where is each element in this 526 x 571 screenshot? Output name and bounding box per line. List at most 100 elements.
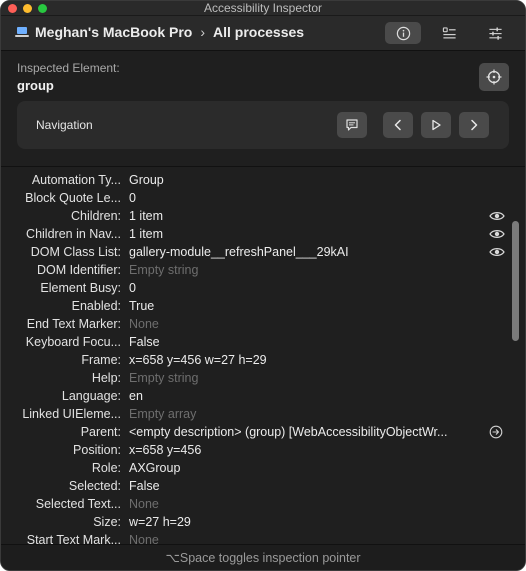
property-row[interactable]: Help: Empty string	[1, 369, 509, 387]
properties-scrollbar[interactable]	[512, 173, 519, 543]
property-row[interactable]: Size: w=27 h=29	[1, 513, 509, 531]
arrow-circle-icon[interactable]	[489, 425, 503, 439]
inspection-pointer-button[interactable]	[479, 63, 509, 91]
target-chooser[interactable]: Meghan's MacBook Pro › All processes	[15, 24, 304, 40]
property-row[interactable]: End Text Marker: None	[1, 315, 509, 333]
property-value: False	[129, 335, 160, 349]
inspected-element-section: Inspected Element: group Navigation	[1, 51, 525, 171]
property-key: Parent:	[80, 425, 121, 439]
speak-button[interactable]	[337, 112, 367, 138]
property-value: w=27 h=29	[129, 515, 191, 529]
property-row[interactable]: Element Busy: 0	[1, 279, 509, 297]
property-value: 0	[129, 281, 136, 295]
property-key: Start Text Mark...	[26, 533, 121, 545]
property-key: Selected:	[68, 479, 121, 493]
toolbar: Meghan's MacBook Pro › All processes	[1, 16, 525, 51]
section-divider	[1, 166, 525, 167]
eye-icon[interactable]	[489, 227, 505, 241]
property-row[interactable]: Language: en	[1, 387, 509, 405]
play-icon	[432, 119, 441, 131]
property-key: Position:	[73, 443, 121, 457]
property-key: Frame:	[81, 353, 121, 367]
property-row[interactable]: DOM Identifier: Empty string	[1, 261, 509, 279]
property-value: 0	[129, 191, 136, 205]
property-row[interactable]: Selected Text... None	[1, 495, 509, 513]
eye-icon[interactable]	[489, 245, 505, 259]
next-element-button[interactable]	[459, 112, 489, 138]
zoom-window-button[interactable]	[38, 4, 47, 13]
info-button[interactable]	[385, 22, 421, 44]
laptop-icon	[15, 27, 29, 37]
property-row[interactable]: Linked UIEleme... Empty array	[1, 405, 509, 423]
property-key: Language:	[61, 389, 121, 403]
property-key: End Text Marker:	[26, 317, 121, 331]
property-value: False	[129, 479, 160, 493]
property-row[interactable]: Position: x=658 y=456	[1, 441, 509, 459]
settings-button[interactable]	[477, 22, 513, 44]
property-row[interactable]: Block Quote Le... 0	[1, 189, 509, 207]
property-row[interactable]: Selected: False	[1, 477, 509, 495]
info-icon	[396, 26, 410, 40]
property-value: None	[129, 317, 159, 331]
accessibility-inspector-window: Accessibility Inspector Meghan's MacBook…	[0, 0, 526, 571]
navigation-buttons	[337, 112, 489, 138]
eye-icon[interactable]	[489, 209, 505, 223]
traffic-lights	[8, 4, 47, 13]
property-row[interactable]: Children: 1 item	[1, 207, 509, 225]
property-key: Enabled:	[71, 299, 121, 313]
property-row[interactable]: Role: AXGroup	[1, 459, 509, 477]
breadcrumb-separator: ›	[200, 24, 206, 40]
property-value: AXGroup	[129, 461, 181, 475]
scrollbar-thumb[interactable]	[512, 221, 519, 341]
property-value: True	[129, 299, 155, 313]
inspected-element-value: group	[17, 78, 54, 93]
property-value: 1 item	[129, 209, 164, 223]
property-row[interactable]: Start Text Mark... None	[1, 531, 509, 545]
status-bar: ⌥Space toggles inspection pointer	[1, 544, 525, 570]
property-key: Element Busy:	[40, 281, 121, 295]
speech-bubble-icon	[346, 119, 358, 131]
property-value: 1 item	[129, 227, 164, 241]
property-value: Empty array	[129, 407, 197, 421]
property-key: DOM Class List:	[30, 245, 121, 259]
device-name: Meghan's MacBook Pro	[35, 24, 193, 40]
property-value: gallery-module__refreshPanel___29kAI	[129, 245, 349, 259]
property-key: Children in Nav...	[26, 227, 121, 241]
property-value: Empty string	[129, 371, 199, 385]
previous-icon	[394, 119, 401, 131]
navigation-panel: Navigation	[17, 101, 509, 149]
property-row[interactable]: Automation Ty... Group	[1, 171, 509, 189]
close-window-button[interactable]	[8, 4, 17, 13]
property-key: Linked UIEleme...	[22, 407, 121, 421]
property-row[interactable]: Frame: x=658 y=456 w=27 h=29	[1, 351, 509, 369]
property-key: Size:	[93, 515, 121, 529]
property-key: Role:	[91, 461, 121, 475]
status-text: ⌥Space toggles inspection pointer	[165, 551, 361, 565]
property-row[interactable]: Keyboard Focu... False	[1, 333, 509, 351]
properties-list: Automation Ty... Group Block Quote Le... 0 C…	[1, 171, 509, 545]
title-bar: Accessibility Inspector	[1, 1, 525, 16]
property-key: Block Quote Le...	[25, 191, 121, 205]
auto-navigate-button[interactable]	[421, 112, 451, 138]
next-icon	[471, 119, 478, 131]
previous-element-button[interactable]	[383, 112, 413, 138]
toolbar-buttons	[385, 22, 513, 44]
property-key: Selected Text...	[35, 497, 121, 511]
property-value: x=658 y=456	[129, 443, 202, 457]
property-value: x=658 y=456 w=27 h=29	[129, 353, 267, 367]
minimize-window-button[interactable]	[23, 4, 32, 13]
crosshair-icon	[486, 69, 502, 85]
property-row[interactable]: Enabled: True	[1, 297, 509, 315]
settings-sliders-icon	[488, 27, 502, 40]
property-row[interactable]: Children in Nav... 1 item	[1, 225, 509, 243]
property-value: None	[129, 533, 159, 545]
inspector-list-button[interactable]	[431, 22, 467, 44]
property-row[interactable]: Parent: <empty description> (group) [WebA…	[1, 423, 509, 441]
inspector-list-icon	[442, 26, 456, 38]
property-value: <empty description> (group) [WebAccessib…	[129, 425, 448, 439]
property-key: Children:	[70, 209, 121, 223]
property-row[interactable]: DOM Class List: gallery-module__refreshPa…	[1, 243, 509, 261]
property-key: Automation Ty...	[31, 173, 121, 187]
property-key: DOM Identifier:	[36, 263, 121, 277]
inspected-element-label: Inspected Element:	[17, 61, 120, 75]
